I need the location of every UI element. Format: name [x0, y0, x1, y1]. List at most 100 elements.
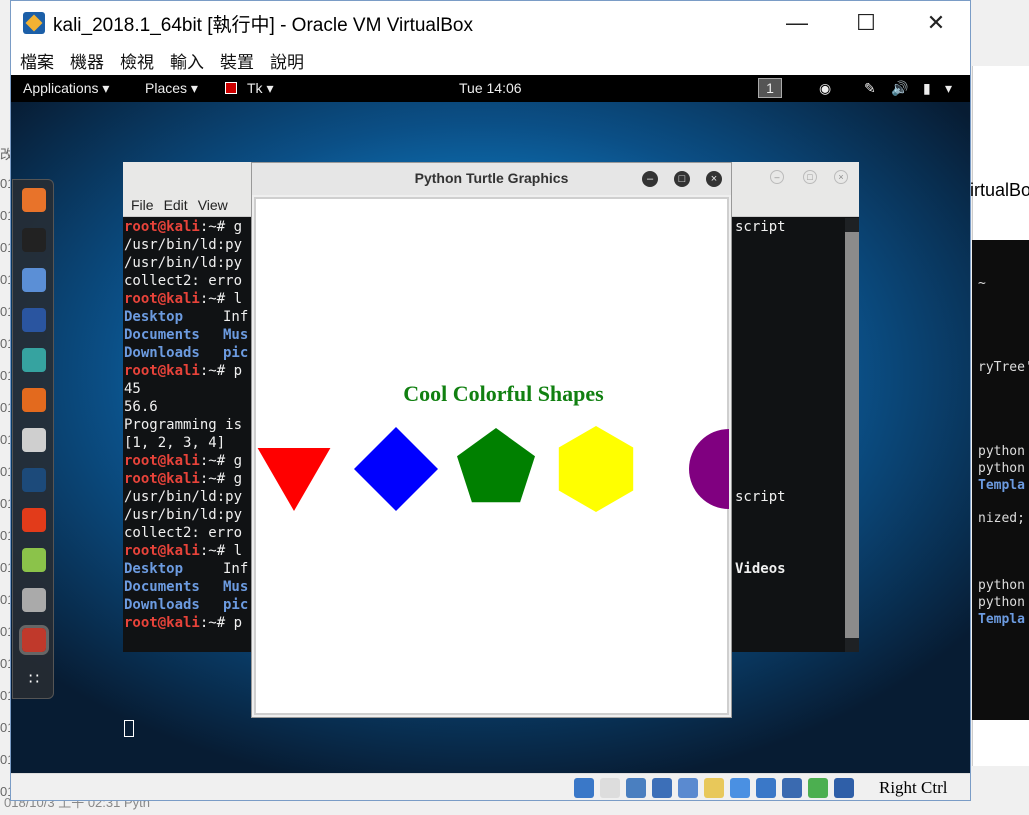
turtle-canvas[interactable]: Cool Colorful Shapes	[254, 197, 729, 715]
turtle-minimize-button[interactable]: –	[642, 171, 658, 187]
files-icon[interactable]	[22, 268, 46, 292]
hard-disk-icon[interactable]	[574, 778, 594, 798]
terminal-line: 45	[124, 380, 141, 398]
terminal-line: Programming is	[124, 416, 242, 434]
recording-icon[interactable]	[756, 778, 776, 798]
title-bar: kali_2018.1_64bit [執行中] - Oracle VM Virt…	[11, 1, 970, 45]
command-text: :~# l	[199, 543, 243, 559]
maltego-icon[interactable]	[22, 428, 46, 452]
turtle-window[interactable]: Python Turtle Graphics – □ × Cool Colorf…	[251, 162, 732, 718]
square-shape	[354, 427, 438, 511]
command-text: :~# g	[199, 471, 243, 487]
output-text: [1, 2, 3, 4]	[124, 435, 226, 451]
terminal-menu-file[interactable]: File	[131, 197, 154, 213]
places-menu[interactable]: Places ▾	[145, 80, 198, 97]
menu-item-0[interactable]: 檔案	[20, 48, 54, 73]
command-text: :~# p	[199, 615, 243, 631]
shared-folders-icon[interactable]	[704, 778, 724, 798]
maximize-button[interactable]: ☐	[843, 1, 889, 45]
brightness-icon[interactable]: ✎	[864, 80, 876, 97]
host-terminal-line: python	[978, 578, 1025, 593]
optical-drive-icon[interactable]	[600, 778, 620, 798]
terminal-menu-view[interactable]: View	[198, 197, 228, 213]
system-menu-icon[interactable]: ▾	[945, 80, 952, 97]
cpu-icon[interactable]	[782, 778, 802, 798]
audio-icon[interactable]	[626, 778, 646, 798]
terminal-line: root@kali:~# l	[124, 542, 242, 560]
beef-icon[interactable]	[22, 468, 46, 492]
close-button[interactable]: ✕	[913, 1, 959, 45]
minimize-button[interactable]: —	[774, 1, 820, 45]
tk-icon[interactable]	[19, 625, 49, 655]
command-text: :~# p	[199, 363, 243, 379]
terminal-line: Downloads pic	[124, 596, 248, 614]
turtle-window-title: Python Turtle Graphics	[414, 170, 569, 186]
armitage-icon[interactable]	[22, 348, 46, 372]
output-text: collect2: erro	[124, 273, 243, 289]
host-terminal-line: nized;	[978, 511, 1025, 526]
terminal-line: /usr/bin/ld:py	[124, 506, 242, 524]
firefox-icon[interactable]	[22, 188, 46, 212]
host-window-title-fragment: irtualBo	[970, 180, 1029, 200]
vm-status-bar: Right Ctrl	[11, 773, 970, 800]
applications-menu[interactable]: Applications ▾	[23, 80, 109, 97]
turtle-close-button[interactable]: ×	[706, 171, 722, 187]
dir-entry: Desktop	[124, 309, 184, 325]
output-text: /usr/bin/ld:py	[124, 237, 243, 253]
dash-dock: ∷	[12, 179, 54, 699]
volume-icon[interactable]: 🔊	[891, 80, 908, 97]
terminal-close-button[interactable]: ×	[834, 170, 848, 184]
metasploit-icon[interactable]	[22, 308, 46, 332]
menu-item-5[interactable]: 說明	[270, 48, 304, 73]
leafpad-icon[interactable]	[22, 548, 46, 572]
usb-icon[interactable]	[678, 778, 698, 798]
host-terminal-line: ~	[978, 276, 986, 291]
mouse-integration-icon[interactable]	[808, 778, 828, 798]
faraday-icon[interactable]	[22, 508, 46, 532]
terminal-maximize-button[interactable]: □	[803, 170, 817, 184]
terminal-line: root@kali:~# p	[124, 362, 242, 380]
turtle-maximize-button[interactable]: □	[674, 171, 690, 187]
host-terminal-line: python	[978, 595, 1025, 610]
keyboard-capture-icon[interactable]	[834, 778, 854, 798]
display-icon[interactable]	[730, 778, 750, 798]
output-text: /usr/bin/ld:py	[124, 255, 243, 271]
output-tail: script	[735, 489, 786, 505]
virtualbox-window: kali_2018.1_64bit [執行中] - Oracle VM Virt…	[10, 0, 971, 801]
guest-display[interactable]: Applications ▾ Places ▾ Tk ▾ Tue 14:06 1…	[11, 75, 970, 773]
menu-item-1[interactable]: 機器	[70, 48, 104, 73]
menu-item-4[interactable]: 裝置	[220, 48, 254, 73]
output-text: 45	[124, 381, 141, 397]
host-terminal-fragment: ~ ryTree' python python Templa nized; python py…	[972, 240, 1029, 720]
output-tail: Videos	[735, 561, 786, 577]
turtle-title-bar: Python Turtle Graphics – □ ×	[252, 163, 731, 195]
host-terminal-line: ryTree'	[978, 360, 1029, 375]
app-menu[interactable]: Tk ▾	[247, 80, 273, 97]
show-apps-icon[interactable]: ∷	[22, 668, 46, 692]
workspace-indicator[interactable]: 1	[758, 78, 782, 98]
terminal-scrollbar-thumb[interactable]	[845, 232, 859, 638]
menu-item-2[interactable]: 檢視	[120, 48, 154, 73]
terminal-menu-edit[interactable]: Edit	[164, 197, 188, 213]
dir-entry: pic	[223, 597, 249, 613]
keyboard-icon[interactable]	[22, 588, 46, 612]
network-icon[interactable]	[652, 778, 672, 798]
terminal-line: Downloads pic	[124, 344, 248, 362]
terminal-line: root@kali:~# p	[124, 614, 242, 632]
output-tail: script	[735, 219, 786, 235]
camera-icon[interactable]: ◉	[819, 80, 831, 97]
burpsuite-icon[interactable]	[22, 388, 46, 412]
menu-item-3[interactable]: 輸入	[170, 48, 204, 73]
battery-icon[interactable]: ▮	[923, 80, 931, 97]
clock[interactable]: Tue 14:06	[459, 80, 522, 96]
terminal-minimize-button[interactable]: –	[770, 170, 784, 184]
dir-entry: Desktop	[124, 561, 184, 577]
terminal-line: /usr/bin/ld:py	[124, 488, 242, 506]
dir-entry: Documents	[124, 579, 200, 595]
terminal-line: Documents Mus	[124, 578, 248, 596]
prompt: root@kali	[124, 543, 200, 559]
circle-shape	[689, 429, 729, 509]
terminal-line: root@kali:~# l	[124, 290, 242, 308]
dir-entry: Documents	[124, 327, 200, 343]
terminal-icon[interactable]	[22, 228, 46, 252]
